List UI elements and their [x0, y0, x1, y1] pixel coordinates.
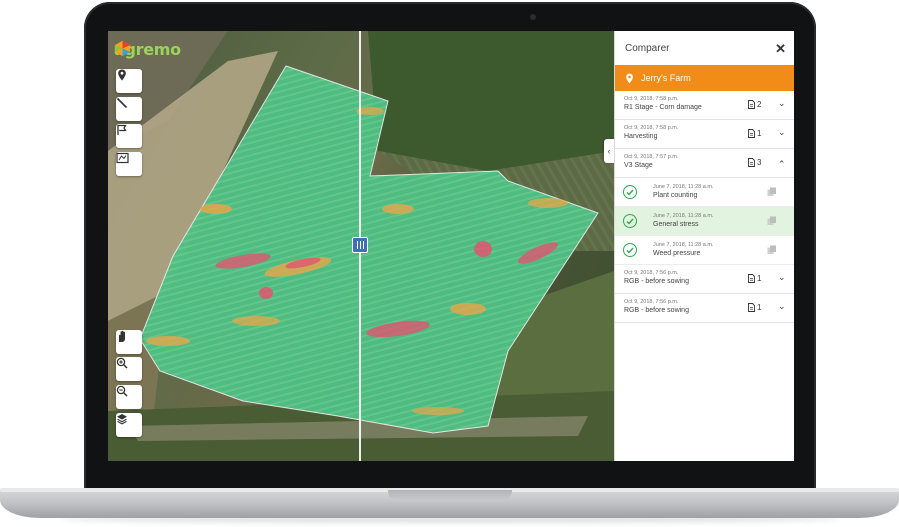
agremo-logo[interactable]: agremo: [114, 40, 181, 59]
camera-icon: [530, 14, 536, 20]
line-measure-tool-button[interactable]: [116, 97, 142, 121]
zoom-out-icon: [116, 385, 128, 397]
map-pin-icon: [626, 73, 633, 83]
map-pin-tool-button[interactable]: [116, 69, 142, 93]
analysis-title: Plant counting: [653, 192, 698, 199]
field-map[interactable]: agremo ‹: [108, 31, 614, 461]
laptop-notch: [388, 490, 512, 501]
report-row[interactable]: Oct 9, 2018, 7:56 p.m. RGB - before sowi…: [615, 294, 794, 323]
document-icon: [748, 100, 755, 109]
analysis-date: June 7, 2018, 11:28 a.m.: [653, 184, 714, 190]
report-count-value: 1: [757, 274, 762, 283]
line-measure-icon: [116, 97, 128, 109]
analysis-date: June 7, 2018, 11:28 a.m.: [653, 242, 714, 248]
chevron-up-icon[interactable]: ⌃: [778, 159, 786, 170]
document-icon: [748, 274, 755, 283]
panel-collapse-button[interactable]: ‹: [604, 139, 614, 163]
report-row[interactable]: Oct 9, 2018, 7:58 p.m. R1 Stage - Corn d…: [615, 91, 794, 120]
copy-icon[interactable]: [767, 245, 777, 255]
layers-button[interactable]: [116, 413, 142, 437]
analysis-item[interactable]: June 7, 2018, 11:28 a.m. Weed pressure: [615, 236, 794, 265]
chevron-down-icon[interactable]: ⌄: [778, 301, 786, 312]
report-count: 1: [748, 303, 761, 312]
chevron-down-icon[interactable]: ⌄: [778, 272, 786, 283]
report-date: Oct 9, 2018, 7:56 p.m.: [624, 270, 679, 276]
panel-title: Comparer: [625, 42, 670, 54]
report-date: Oct 9, 2018, 7:56 p.m.: [624, 299, 679, 305]
report-row-expanded[interactable]: Oct 9, 2018, 7:57 p.m. V3 Stage 3 ⌃: [615, 149, 794, 178]
analysis-title: General stress: [653, 221, 699, 228]
zoom-out-button[interactable]: [116, 385, 142, 409]
farm-name: Jerry's Farm: [641, 73, 691, 83]
zoom-in-icon: [116, 357, 128, 369]
report-count-value: 3: [757, 158, 762, 167]
analysis-title: Weed pressure: [653, 250, 701, 257]
area-tool-button[interactable]: [116, 152, 142, 176]
document-icon: [748, 129, 755, 138]
compare-slider-handle[interactable]: [352, 237, 368, 253]
chevron-down-icon[interactable]: ⌄: [778, 127, 786, 138]
copy-icon[interactable]: [767, 187, 777, 197]
report-list: Oct 9, 2018, 7:58 p.m. R1 Stage - Corn d…: [615, 91, 794, 431]
report-title: R1 Stage - Corn damage: [624, 104, 702, 111]
report-count: 3: [748, 158, 761, 167]
report-count: 1: [748, 129, 761, 138]
check-icon[interactable]: [623, 243, 637, 257]
report-count: 1: [748, 274, 761, 283]
area-map-icon: [116, 152, 129, 164]
report-row[interactable]: Oct 9, 2018, 7:58 p.m. Harvesting 1 ⌄: [615, 120, 794, 149]
check-icon[interactable]: [623, 185, 637, 199]
report-count: 2: [748, 100, 761, 109]
check-icon[interactable]: [623, 214, 637, 228]
logo-icon: [114, 40, 131, 57]
report-title: RGB - before sowing: [624, 307, 689, 314]
zoom-in-button[interactable]: [116, 357, 142, 381]
report-count-value: 1: [757, 303, 762, 312]
analysis-date: June 7, 2018, 11:28 a.m.: [653, 213, 714, 219]
panel-header: Comparer ✕: [615, 31, 794, 65]
map-pin-icon: [118, 69, 126, 81]
farm-selector[interactable]: Jerry's Farm: [615, 65, 794, 91]
comparer-panel: Comparer ✕ Jerry's Farm Oct 9, 2018, 7:5…: [614, 31, 794, 461]
flag-tool-button[interactable]: [116, 124, 142, 148]
report-count-value: 2: [757, 100, 762, 109]
report-title: RGB - before sowing: [624, 278, 689, 285]
report-date: Oct 9, 2018, 7:58 p.m.: [624, 125, 679, 131]
document-icon: [748, 303, 755, 312]
report-title: V3 Stage: [624, 162, 653, 169]
laptop-frame: agremo ‹ Comparer ✕ Jerry's Farm Oct 9, …: [0, 0, 899, 527]
chevron-down-icon[interactable]: ⌄: [778, 98, 786, 109]
hand-pan-icon: [119, 330, 125, 342]
report-date: Oct 9, 2018, 7:57 p.m.: [624, 154, 679, 160]
flag-icon: [117, 124, 127, 135]
report-row[interactable]: Oct 9, 2018, 7:56 p.m. RGB - before sowi…: [615, 265, 794, 294]
pan-tool-button[interactable]: [116, 330, 142, 354]
close-icon[interactable]: ✕: [775, 42, 786, 55]
layers-icon: [117, 414, 127, 425]
copy-icon[interactable]: [767, 216, 777, 226]
report-count-value: 1: [757, 129, 762, 138]
document-icon: [748, 158, 755, 167]
app-screen: agremo ‹ Comparer ✕ Jerry's Farm Oct 9, …: [108, 31, 794, 461]
analysis-item-active[interactable]: June 7, 2018, 11:28 a.m. General stress: [615, 207, 794, 236]
report-title: Harvesting: [624, 133, 658, 140]
analysis-item[interactable]: June 7, 2018, 11:28 a.m. Plant counting: [615, 178, 794, 207]
report-date: Oct 9, 2018, 7:58 p.m.: [624, 96, 679, 102]
